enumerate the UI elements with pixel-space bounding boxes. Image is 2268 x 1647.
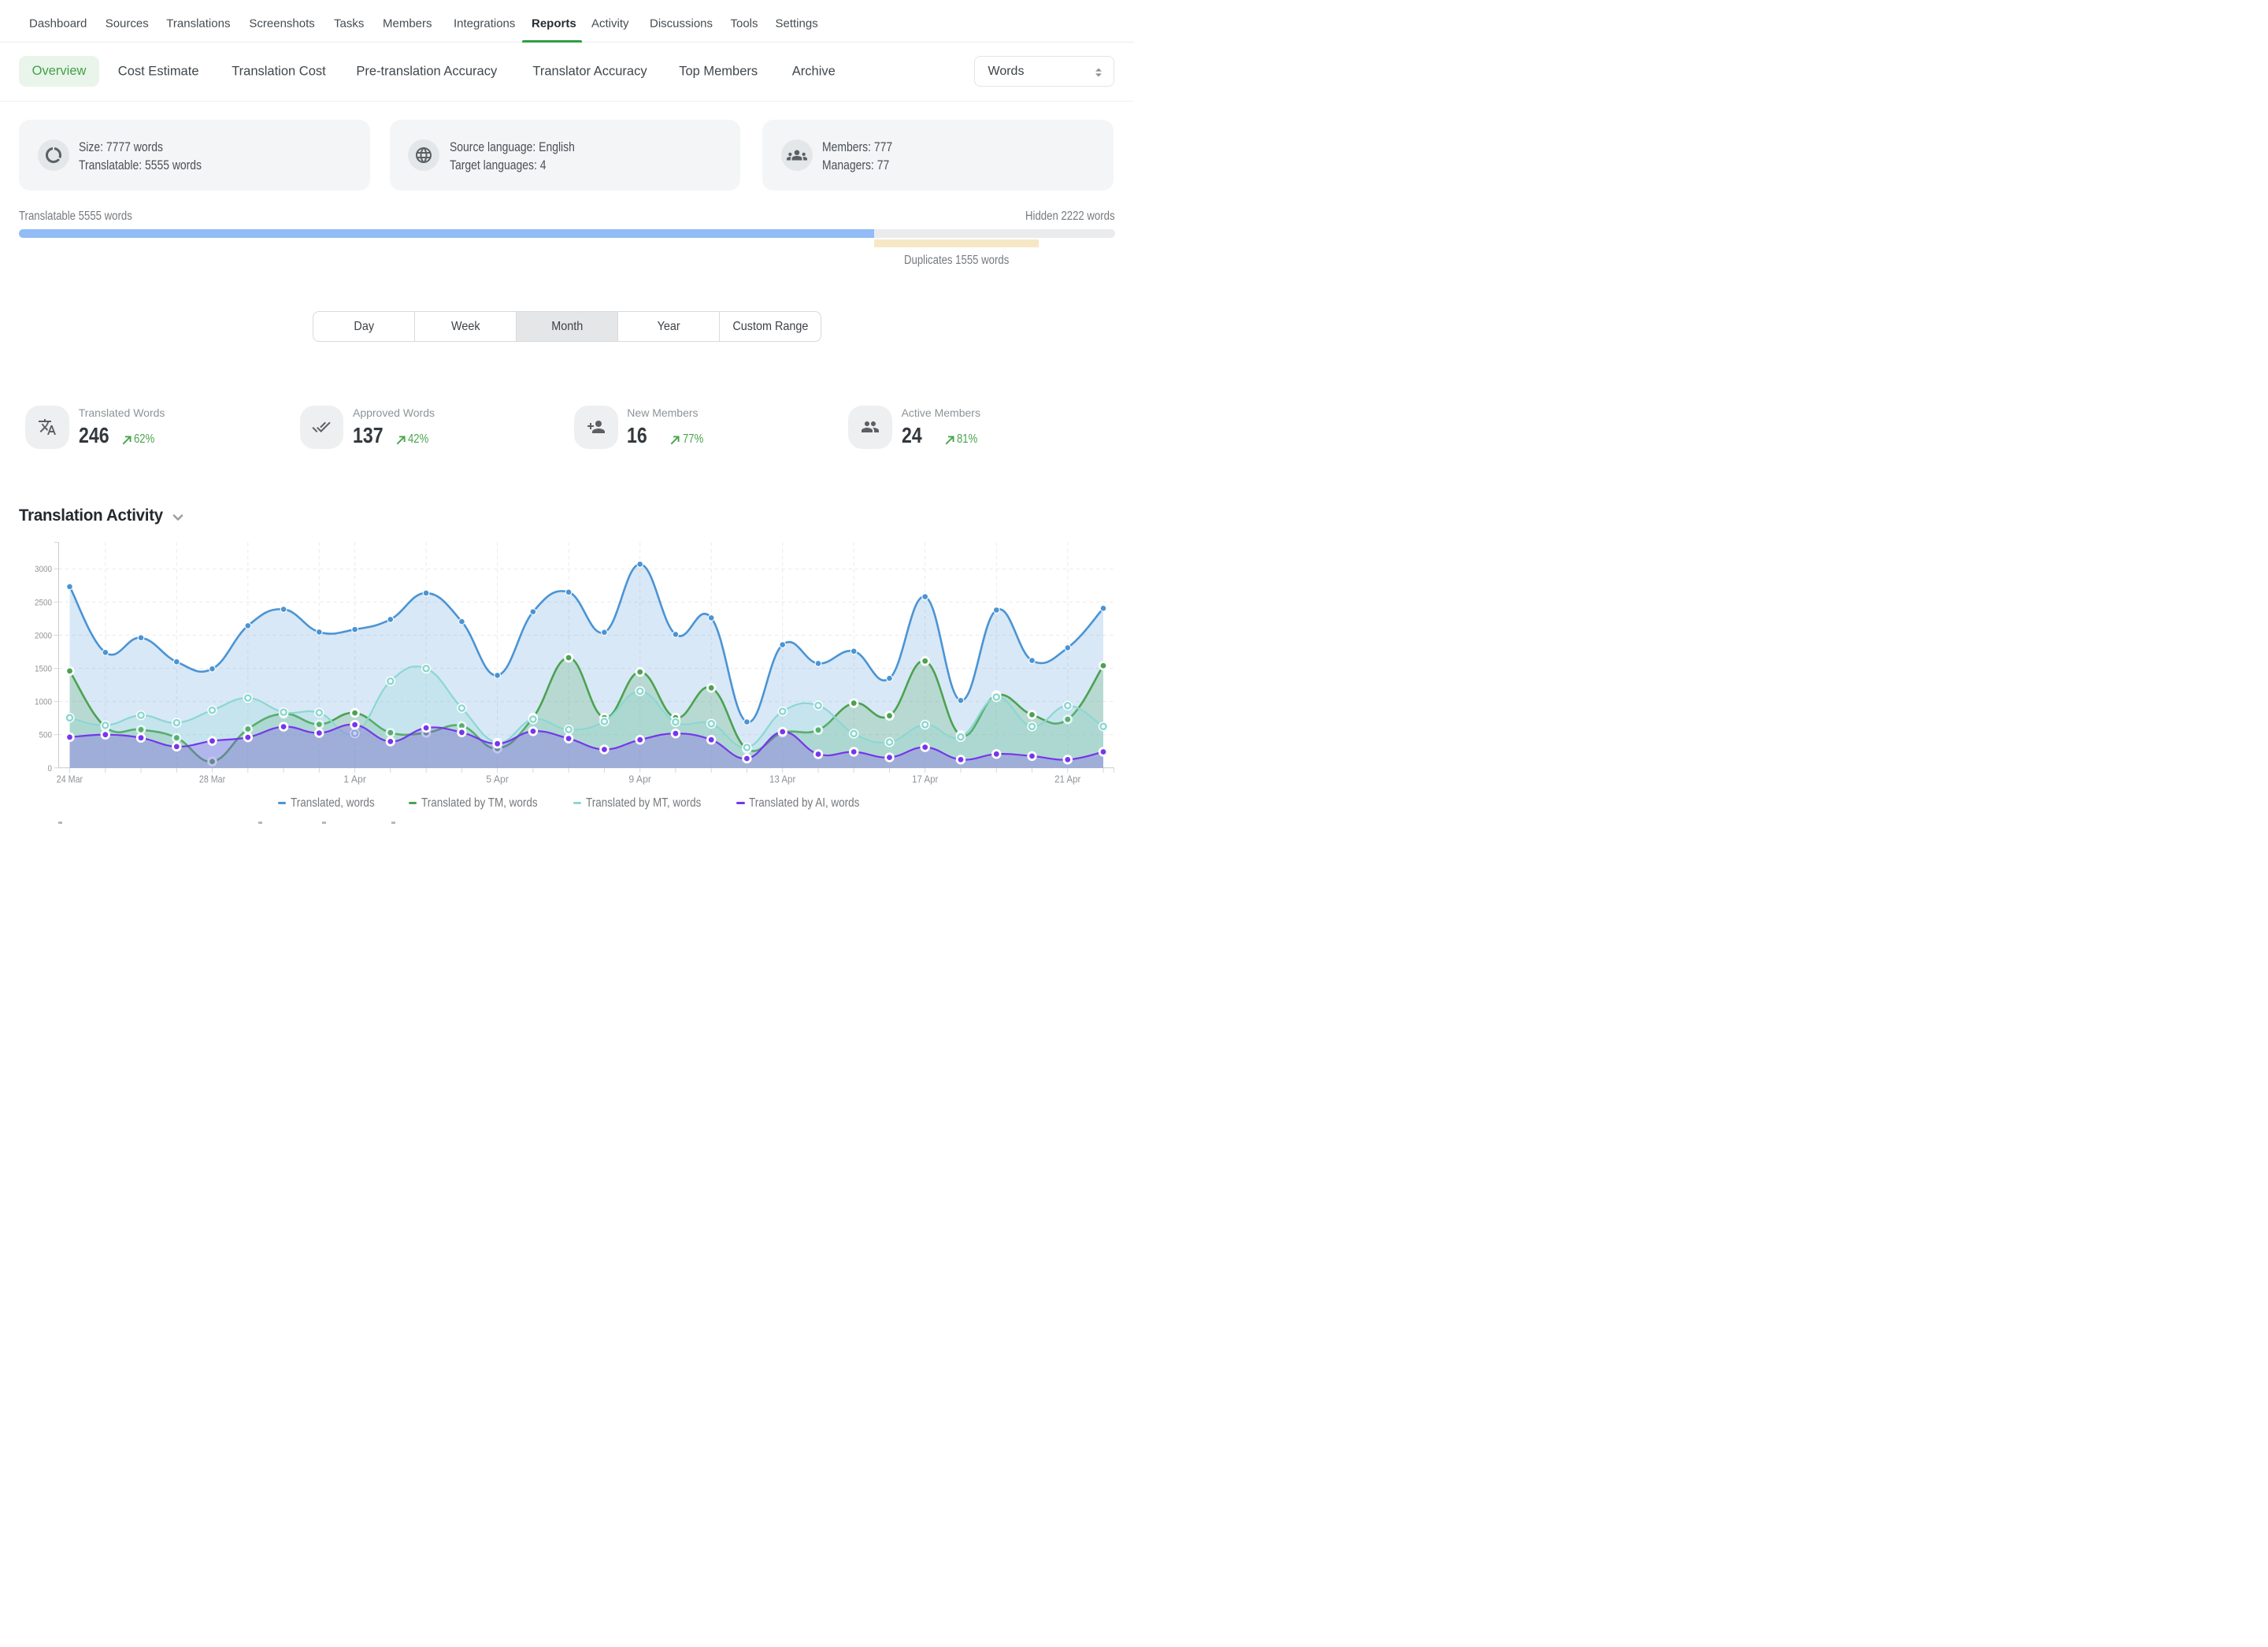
svg-text:500: 500: [39, 731, 53, 740]
svg-text:28 Mar: 28 Mar: [199, 773, 225, 785]
svg-text:3000: 3000: [35, 565, 52, 574]
svg-text:5 Apr: 5 Apr: [486, 773, 509, 785]
svg-text:2000: 2000: [35, 631, 52, 640]
svg-text:9 Apr: 9 Apr: [628, 773, 651, 785]
svg-text:21 Apr: 21 Apr: [1054, 773, 1080, 785]
svg-text:1 Apr: 1 Apr: [343, 773, 366, 785]
svg-text:24 Mar: 24 Mar: [57, 773, 83, 785]
svg-text:2500: 2500: [35, 598, 52, 607]
svg-text:13 Apr: 13 Apr: [769, 773, 795, 785]
svg-text:0: 0: [48, 764, 53, 773]
svg-text:1500: 1500: [35, 665, 52, 674]
svg-text:17 Apr: 17 Apr: [912, 773, 938, 785]
svg-text:1000: 1000: [35, 698, 52, 707]
